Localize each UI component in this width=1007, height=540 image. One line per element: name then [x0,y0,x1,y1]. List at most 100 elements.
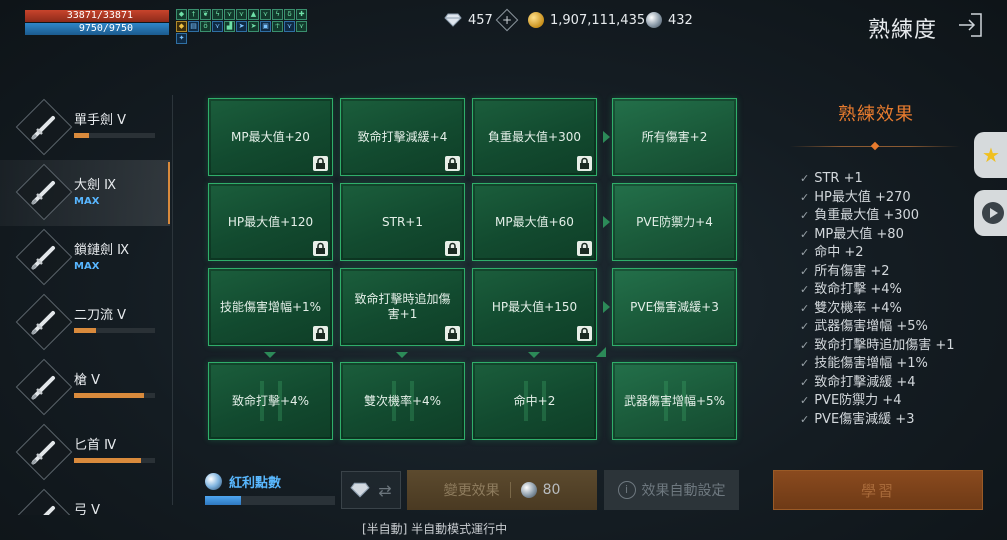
connector-arrow-icon [396,352,408,358]
favorites-tab[interactable]: ★ [974,132,1007,178]
flame-buff-icon: ▲ [248,9,259,20]
effect-text: HP最大值 +270 [814,189,911,205]
weapon-name: 單手劍 Ⅴ [74,113,127,128]
gold-currency: 1,907,111,435 [528,12,645,28]
wing-buff-icon: ⋎ [284,21,295,32]
box-buff-icon: ▣ [260,21,271,32]
weapon-progress-bar [74,458,155,463]
node-label: 負重最大值+300 [488,129,581,144]
learn-button[interactable]: 學習 [773,470,983,510]
effect-text: 技能傷害增幅 +1% [814,356,928,371]
flask-buff-icon: δ [284,9,295,20]
connector-arrow-icon [264,352,276,358]
connector-arrow-icon [603,131,610,143]
effect-text: 負重最大值 +300 [814,208,920,223]
buff-icons: ◆ † ❦ ϟ ⋎ ⋎ ▲ ⋎ ϟ δ ✚ ◆ ▤ ö ⋎ ▟ ➤ ➤ ▣ ☥ ⋎ ⋎ ✦ [176,9,316,44]
node-label: 武器傷害增幅+5% [623,393,726,408]
auto-set-button[interactable]: i 效果自動設定 [604,470,739,510]
proficiency-node[interactable]: 命中+2 [472,362,597,440]
effects-list: ✓ STR +1 ✓ HP最大值 +270 ✓ 負重最大值 +300 ✓ MP最大值 +80 ✓… [800,170,955,429]
weapon-item[interactable]: 單手劍 Ⅴ [0,95,170,161]
exit-icon[interactable] [957,12,983,38]
weapon-item[interactable]: 二刀流 Ⅴ [0,290,170,356]
weapon-item[interactable]: 鎖鏈劍 Ⅸ MAX [0,225,170,291]
node-label: HP最大值+120 [227,214,314,229]
weapon-name: 槍 Ⅴ [74,373,101,388]
bonus-progress-bar [205,496,335,505]
add-diamond-button[interactable]: + [495,8,519,32]
proficiency-node[interactable]: 負重最大值+300 [472,98,597,176]
check-icon: ✓ [800,375,810,389]
proficiency-node[interactable]: MP最大值+20 [208,98,333,176]
weapon-progress-fill [74,458,142,463]
effect-item: ✓ 所有傷害 +2 [800,263,955,282]
change-cost: 80 [520,482,560,498]
arrow-buff-icon: ➤ [248,21,259,32]
shield-buff-icon: ◆ [176,21,187,32]
weapon-name: 匕首 Ⅳ [74,438,117,453]
bonus-progress-fill [205,496,242,505]
lock-icon [445,241,460,256]
node-label: HP最大值+150 [491,299,578,314]
auto-set-label: 效果自動設定 [641,483,726,499]
play-tab[interactable] [974,190,1007,236]
proficiency-node[interactable]: 致命打擊+4% [208,362,333,440]
weapon-item[interactable]: 槍 Ⅴ [0,355,170,421]
corner-marker-icon [596,347,606,357]
proficiency-node[interactable]: STR+1 [340,183,465,261]
potion-buff-icon: ö [200,21,211,32]
node-label: 雙次機率+4% [363,393,442,408]
check-icon: ✓ [800,172,810,185]
weapon-progress-fill [74,328,96,333]
gold-coin-icon [528,12,544,28]
leaf-buff-icon: ❦ [200,9,211,20]
weapon-item[interactable]: 弓 Ⅴ [0,485,170,515]
weapon-name: 弓 Ⅴ [74,503,101,515]
proficiency-node[interactable]: MP最大值+60 [472,183,597,261]
check-icon: ✓ [800,394,810,407]
effect-item: ✓ HP最大值 +270 [800,189,955,208]
proficiency-node[interactable]: 雙次機率+4% [340,362,465,440]
node-label: 技能傷害增幅+1% [219,299,322,314]
node-label: PVE傷害減緩+3 [630,299,719,314]
proficiency-node[interactable]: 致命打擊減緩+4 [340,98,465,176]
orb-icon [520,482,537,498]
swap-preset-button[interactable]: ⇄ [341,471,401,509]
button-separator [509,482,511,498]
proficiency-node[interactable]: HP最大值+150 [472,268,597,346]
orb-icon [646,12,662,28]
effect-text: 致命打擊時追加傷害 +1 [814,337,955,353]
proficiency-node[interactable]: 致命打擊時追加傷害+1 [340,268,465,346]
sword-buff-icon: † [188,9,199,20]
diamond-currency: 457 + [444,8,519,32]
effect-text: PVE防禦力 +4 [814,393,902,408]
lock-icon [313,326,328,341]
proficiency-node[interactable]: 所有傷害+2 [612,98,737,176]
effect-item: ✓ 武器傷害增幅 +5% [800,318,955,337]
node-label: 所有傷害+2 [641,129,708,144]
node-label: 致命打擊+4% [231,393,310,408]
weapon-name: 二刀流 Ⅴ [74,308,127,323]
change-effect-button[interactable]: 變更效果 80 [407,470,597,510]
effect-text: 所有傷害 +2 [814,263,890,279]
page-title: 熟練度 [867,18,937,43]
crest-buff-icon: ✦ [176,33,187,44]
proficiency-node[interactable]: PVE傷害減緩+3 [612,268,737,346]
proficiency-node[interactable]: PVE防禦力+4 [612,183,737,261]
status-text: [半自動] 半自動模式運行中 [362,522,508,536]
effects-divider [790,146,960,147]
proficiency-node[interactable]: 武器傷害增幅+5% [612,362,737,440]
weapon-item[interactable]: 匕首 Ⅳ [0,420,170,486]
effect-item: ✓ 致命打擊 +4% [800,281,955,300]
proficiency-node[interactable]: 技能傷害增幅+1% [208,268,333,346]
effect-text: 命中 +2 [814,245,864,260]
orb-amount: 432 [668,12,693,28]
diamond-icon [350,482,370,498]
lock-icon [577,241,592,256]
effect-text: 致命打擊 +4% [814,282,902,297]
weapon-item[interactable]: 大劍 Ⅸ MAX [0,160,170,226]
list-divider [172,95,173,505]
star-icon: ★ [982,143,1000,167]
effect-text: STR +1 [814,171,863,186]
proficiency-node[interactable]: HP最大值+120 [208,183,333,261]
